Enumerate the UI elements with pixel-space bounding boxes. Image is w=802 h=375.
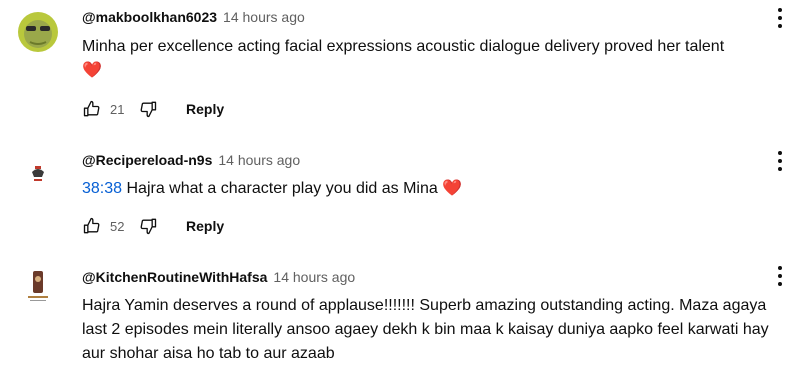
avatar[interactable] <box>18 12 58 52</box>
comment-text: 38:38 Hajra what a character play you di… <box>82 177 782 201</box>
comment-header: @Recipereload-n9s 14 hours ago <box>82 152 300 168</box>
comment-time[interactable]: 14 hours ago <box>218 152 300 168</box>
more-vert-icon[interactable] <box>770 6 790 30</box>
comment-body: Hajra what a character play you did as M… <box>122 180 443 197</box>
comment-header: @makboolkhan6023 14 hours ago <box>82 9 305 25</box>
reply-button[interactable]: Reply <box>186 101 224 117</box>
thumb-up-icon[interactable] <box>82 216 102 236</box>
author-name[interactable]: @KitchenRoutineWithHafsa <box>82 269 267 285</box>
author-name[interactable]: @Recipereload-n9s <box>82 152 212 168</box>
reply-button[interactable]: Reply <box>186 218 224 234</box>
comment-item: @makboolkhan6023 14 hours ago Minha per … <box>0 0 802 130</box>
like-count: 52 <box>110 218 125 234</box>
comment-actions: 52 Reply <box>82 214 224 238</box>
avatar[interactable] <box>18 152 58 192</box>
timestamp-link[interactable]: 38:38 <box>82 180 122 197</box>
heart-emoji: ❤️ <box>82 62 102 79</box>
thumb-up-icon[interactable] <box>82 99 102 119</box>
heart-emoji: ❤️ <box>442 180 463 197</box>
more-vert-icon[interactable] <box>770 264 790 288</box>
thumb-down-icon[interactable] <box>138 99 158 119</box>
comment-body: Hajra Yamin deserves a round of applause… <box>82 297 769 362</box>
comment-time[interactable]: 14 hours ago <box>273 269 355 285</box>
author-name[interactable]: @makboolkhan6023 <box>82 9 217 25</box>
thumb-down-icon[interactable] <box>138 216 158 236</box>
comment-text: Minha per excellence acting facial expre… <box>82 35 782 83</box>
comment-item: @KitchenRoutineWithHafsa 14 hours ago Ha… <box>0 250 802 375</box>
like-count: 21 <box>110 101 125 117</box>
avatar[interactable] <box>18 265 58 305</box>
more-vert-icon[interactable] <box>770 149 790 173</box>
comment-time[interactable]: 14 hours ago <box>223 9 305 25</box>
comment-actions: 21 Reply <box>82 97 224 121</box>
comment-body: Minha per excellence acting facial expre… <box>82 38 725 55</box>
comment-header: @KitchenRoutineWithHafsa 14 hours ago <box>82 269 355 285</box>
comment-item: @Recipereload-n9s 14 hours ago 38:38 Haj… <box>0 130 802 250</box>
